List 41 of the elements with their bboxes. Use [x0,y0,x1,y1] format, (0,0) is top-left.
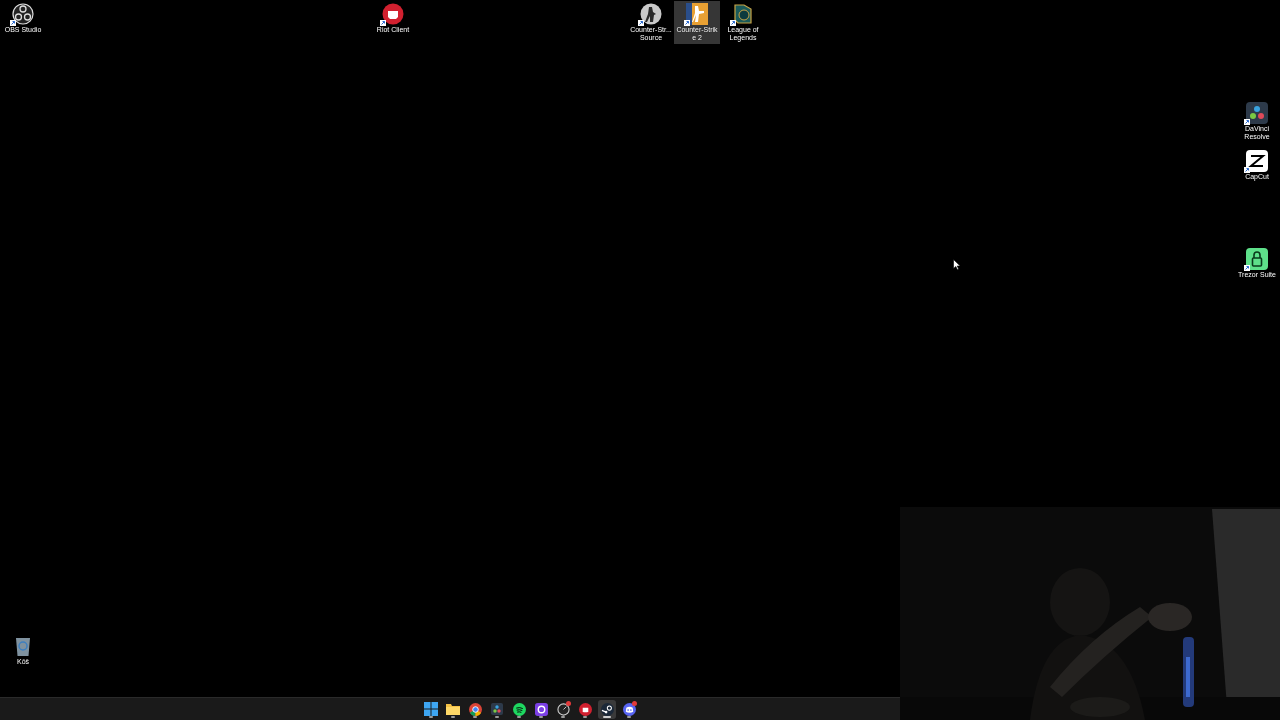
fist-icon [382,3,404,25]
running-indicator [473,716,477,718]
running-indicator [583,716,587,718]
chrome-icon [468,702,482,716]
taskbar-button[interactable] [598,699,616,719]
shortcut-arrow-icon [1244,265,1250,271]
shortcut-arrow-icon [380,20,386,26]
soldier-icon [640,3,662,25]
ring-icon [534,702,548,716]
recycle-bin-icon [14,635,32,657]
running-indicator [451,716,455,718]
running-indicator [561,716,565,718]
shortcut-arrow-icon [730,20,736,26]
fist-icon [578,702,592,716]
gauge-icon [556,702,570,716]
shortcut-arrow-icon [684,20,690,26]
shortcut-arrow-icon [1244,119,1250,125]
steam-icon [600,702,614,716]
soldier-icon [686,3,708,25]
running-indicator [539,716,543,718]
discord-icon [622,702,636,716]
running-indicator [517,716,521,718]
taskbar-button[interactable] [554,699,572,719]
windows-logo-icon [424,702,438,716]
shortcut-arrow-icon [1244,167,1250,173]
padlock-icon [1246,248,1268,270]
running-indicator [429,716,433,718]
running-indicator [627,716,631,718]
spotify-icon [512,702,526,716]
three-dots-icon [491,703,503,715]
three-dots-icon [1246,102,1268,124]
running-indicator [495,716,499,718]
taskbar-button[interactable] [422,699,440,719]
mouse-cursor-icon [953,259,960,270]
obs-icon [12,3,34,25]
folder-icon [446,703,460,715]
running-indicator [603,716,611,718]
taskbar-button[interactable] [620,699,638,719]
shortcut-arrow-icon [10,20,16,26]
shortcut-arrow-icon [638,20,644,26]
shield-icon [732,3,754,25]
